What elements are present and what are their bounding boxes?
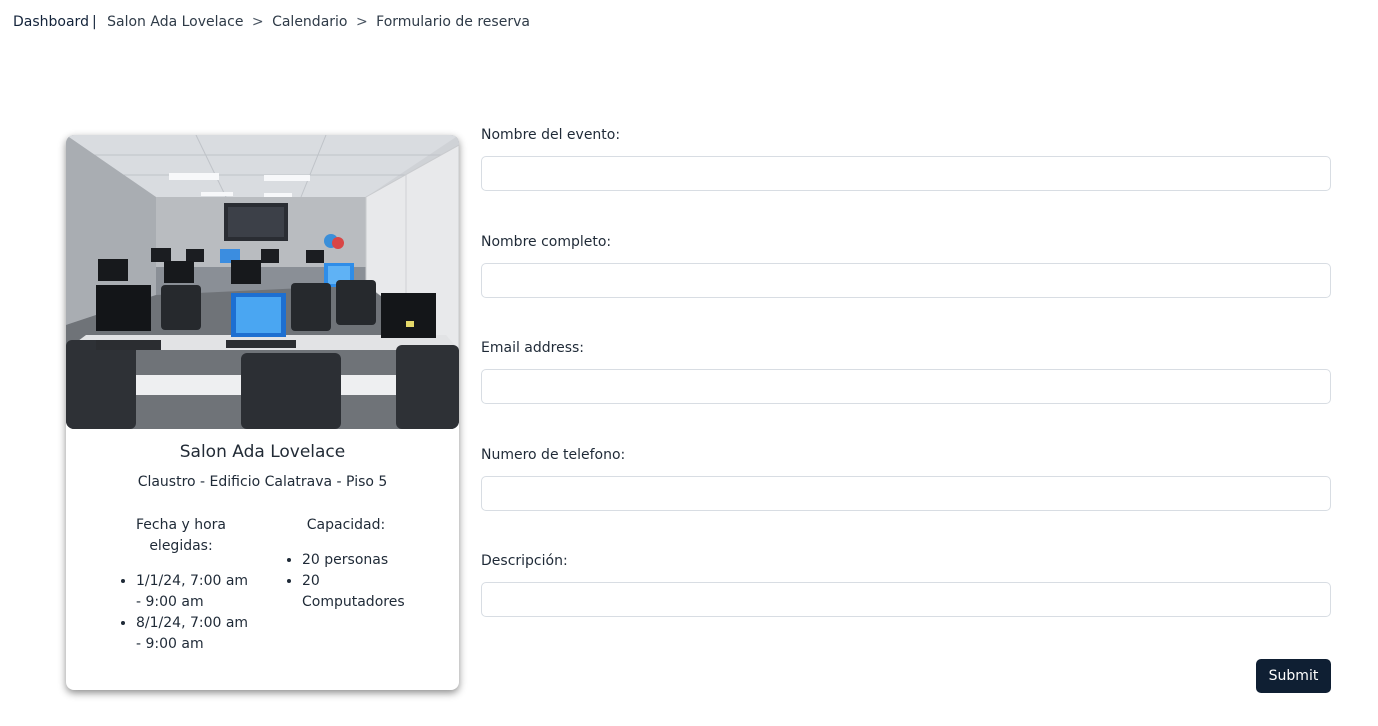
breadcrumb-item-calendar[interactable]: Calendario: [272, 14, 347, 30]
full-name-group: Nombre completo:: [481, 234, 1331, 298]
email-input[interactable]: [481, 369, 1331, 404]
breadcrumb-arrow: >: [251, 14, 264, 30]
room-location: Claustro - Edificio Calatrava - Piso 5: [137, 474, 388, 490]
selected-dates-section: Fecha y hora elegidas: 1/1/24, 7:00 am -…: [106, 515, 256, 655]
room-name: Salon Ada Lovelace: [179, 442, 346, 462]
date-item: 8/1/24, 7:00 am - 9:00 am: [136, 613, 256, 655]
room-photo: [66, 135, 459, 429]
capacity-heading: Capacidad:: [306, 517, 386, 533]
submit-button[interactable]: Submit: [1256, 659, 1331, 693]
breadcrumb-item-room[interactable]: Salon Ada Lovelace: [107, 14, 243, 30]
email-group: Email address:: [481, 340, 1331, 404]
dates-heading: Fecha y hora elegidas:: [135, 517, 226, 554]
event-name-label: Nombre del evento:: [481, 127, 621, 143]
description-input[interactable]: [481, 582, 1331, 617]
phone-input[interactable]: [481, 476, 1331, 511]
date-item: 1/1/24, 7:00 am - 9:00 am: [136, 571, 256, 613]
description-group: Descripción:: [481, 553, 1331, 617]
phone-group: Numero de telefono:: [481, 447, 1331, 511]
breadcrumb-arrow: >: [355, 14, 368, 30]
capacity-item: 20 Computadores: [302, 571, 424, 613]
breadcrumb-item-current: Formulario de reserva: [376, 14, 530, 30]
full-name-label: Nombre completo:: [481, 234, 612, 250]
breadcrumb: Dashboard | Salon Ada Lovelace > Calendar…: [13, 12, 530, 32]
capacity-section: Capacidad: 20 personas 20 Computadores: [284, 515, 424, 613]
email-label: Email address:: [481, 340, 585, 356]
description-label: Descripción:: [481, 553, 568, 569]
event-name-input[interactable]: [481, 156, 1331, 191]
capacity-list: 20 personas 20 Computadores: [284, 550, 424, 613]
dates-list: 1/1/24, 7:00 am - 9:00 am 8/1/24, 7:00 a…: [106, 571, 256, 655]
full-name-input[interactable]: [481, 263, 1331, 298]
phone-label: Numero de telefono:: [481, 447, 626, 463]
breadcrumb-separator: |: [91, 14, 97, 30]
breadcrumb-dashboard-link[interactable]: Dashboard: [13, 14, 89, 30]
room-card: Salon Ada Lovelace Claustro - Edificio C…: [66, 135, 459, 690]
capacity-item: 20 personas: [302, 550, 424, 571]
event-name-group: Nombre del evento:: [481, 127, 1331, 191]
